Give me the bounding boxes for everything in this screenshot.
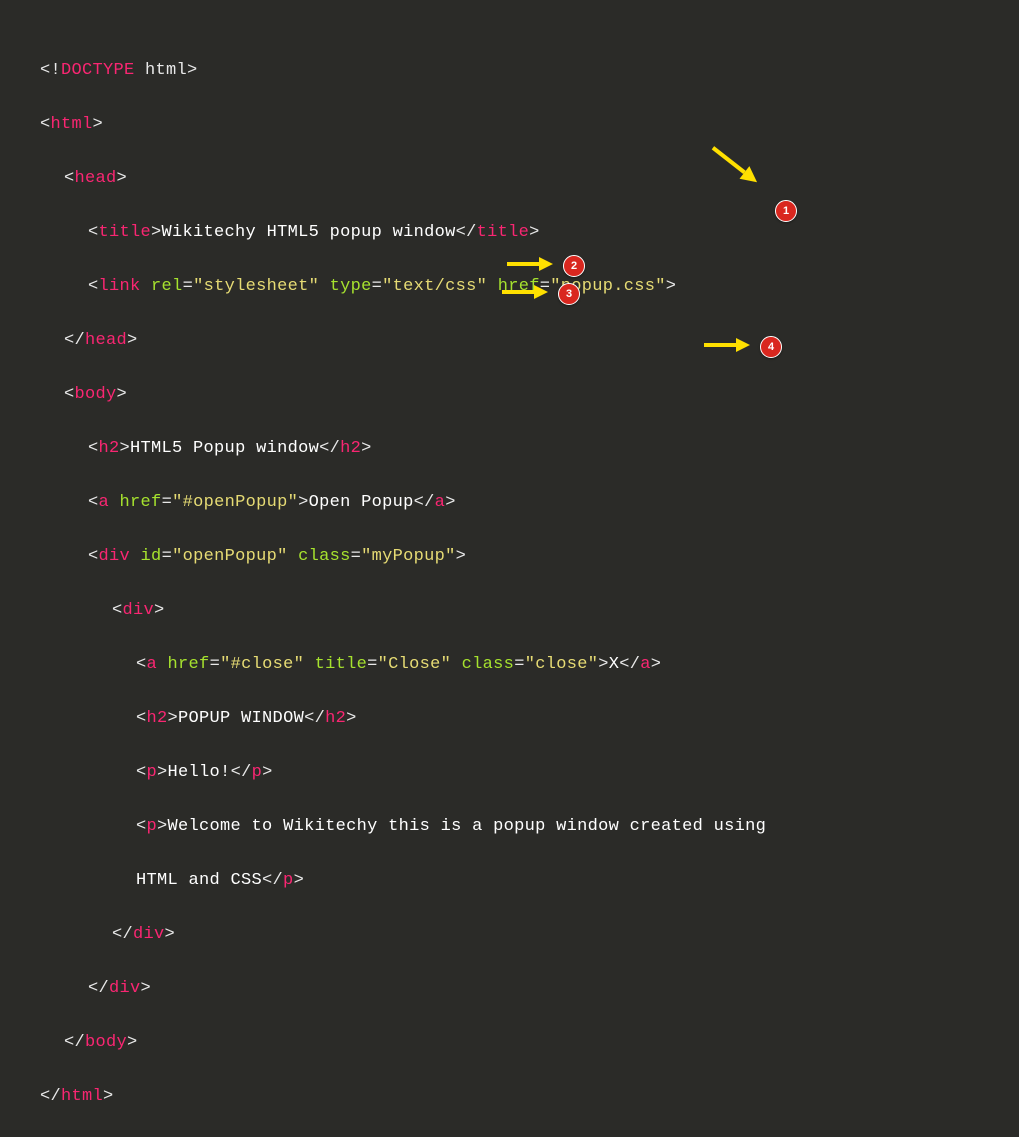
- code-line: </body>: [40, 1029, 1019, 1056]
- code-line: <a href="#openPopup">Open Popup</a>: [40, 489, 1019, 516]
- code-line: <head>: [40, 165, 1019, 192]
- arrow-icon: [702, 336, 752, 354]
- arrow-icon: [505, 255, 555, 273]
- code-line: <h2>HTML5 Popup window</h2>: [40, 435, 1019, 462]
- code-line: <h2>POPUP WINDOW</h2>: [40, 705, 1019, 732]
- code-line: </div>: [40, 921, 1019, 948]
- code-line: </html>: [40, 1083, 1019, 1110]
- code-line: <p>Welcome to Wikitechy this is a popup …: [40, 813, 1019, 840]
- code-line: </head>: [40, 327, 1019, 354]
- code-line: <html>: [40, 111, 1019, 138]
- annotation-badge-4: 4: [760, 336, 782, 358]
- annotation-badge-3: 3: [558, 283, 580, 305]
- code-line: <body>: [40, 381, 1019, 408]
- arrow-icon: [500, 283, 550, 301]
- code-line: <p>Hello!</p>: [40, 759, 1019, 786]
- code-line: <div id="openPopup" class="myPopup">: [40, 543, 1019, 570]
- code-line: <!DOCTYPE html>: [40, 57, 1019, 84]
- annotation-badge-2: 2: [563, 255, 585, 277]
- code-line: <a href="#close" title="Close" class="cl…: [40, 651, 1019, 678]
- annotation-badge-1: 1: [775, 200, 797, 222]
- code-block: <!DOCTYPE html> <html> <head> <title>Wik…: [0, 0, 1019, 1137]
- code-line: HTML and CSS</p>: [40, 867, 1019, 894]
- code-line: <title>Wikitechy HTML5 popup window</tit…: [40, 219, 1019, 246]
- code-line: <div>: [40, 597, 1019, 624]
- code-line: </div>: [40, 975, 1019, 1002]
